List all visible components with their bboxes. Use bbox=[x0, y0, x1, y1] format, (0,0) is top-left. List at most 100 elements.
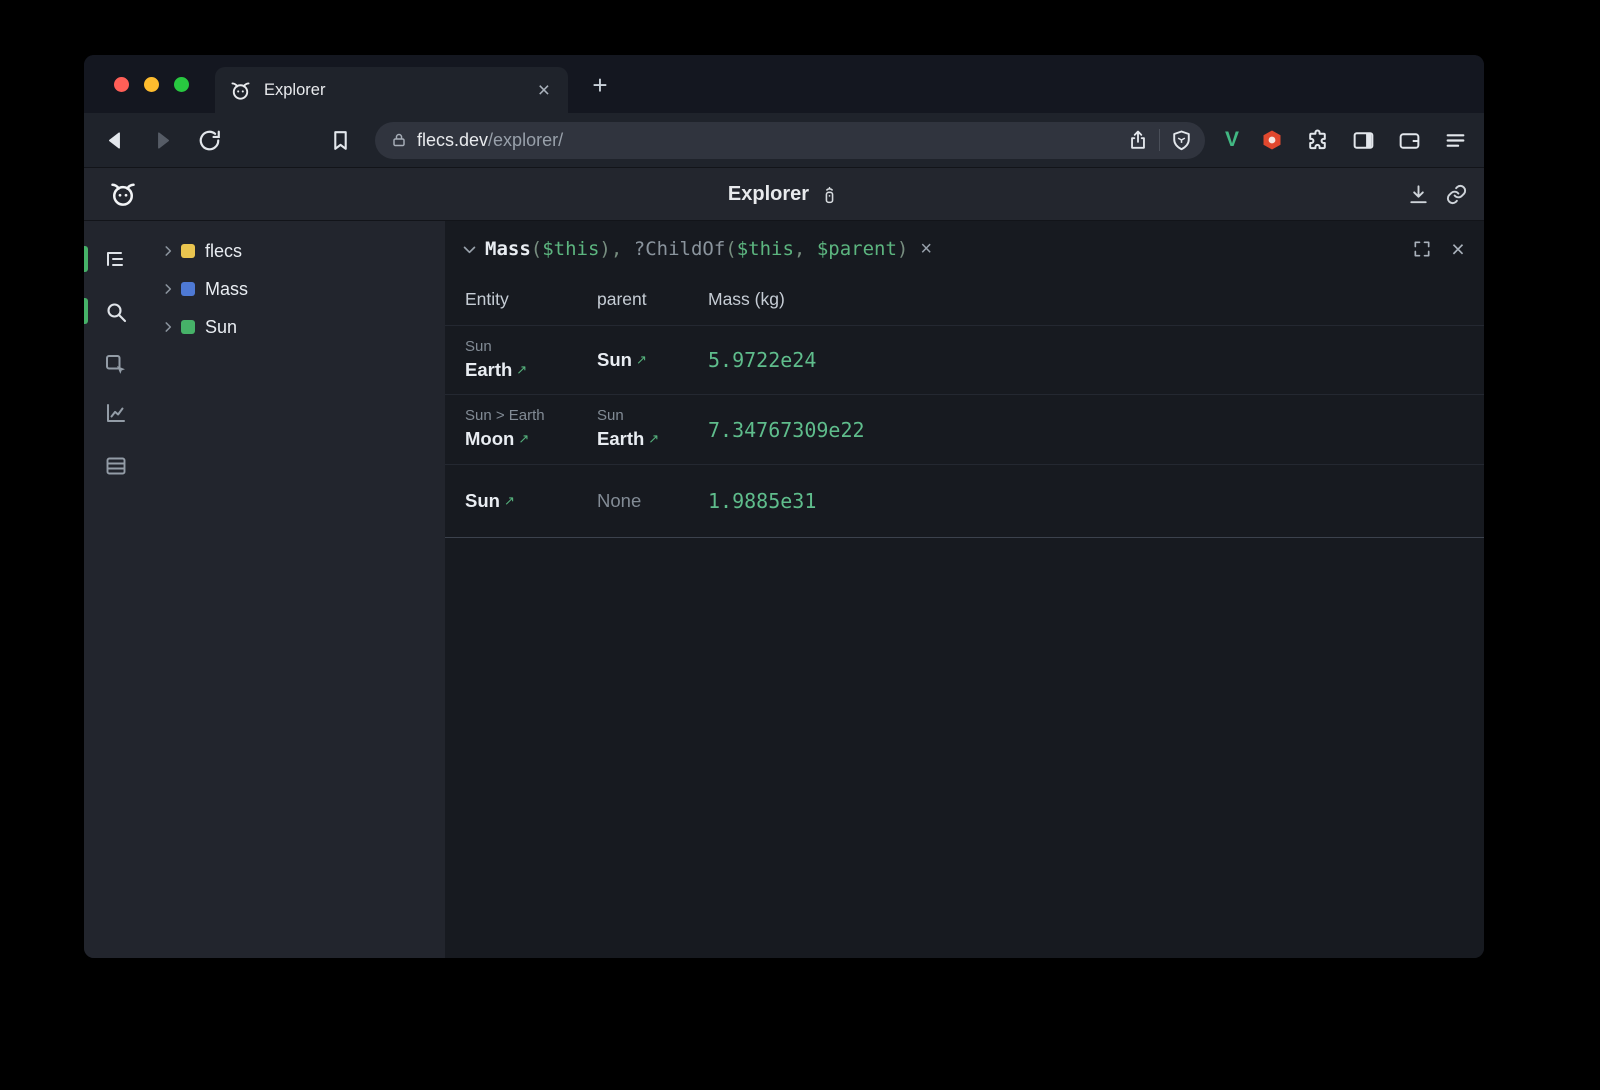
external-link-arrow-icon: ↗ bbox=[504, 493, 515, 508]
external-link-arrow-icon: ↗ bbox=[648, 431, 659, 446]
external-link-arrow-icon: ↗ bbox=[518, 431, 529, 446]
tree-item-label: flecs bbox=[205, 241, 242, 262]
chevron-right-icon[interactable] bbox=[161, 320, 175, 334]
table-row: Sun↗ None 1.9885e31 bbox=[445, 464, 1484, 537]
table-row: Sun Earth↗ Sun↗ 5.9722e24 bbox=[445, 325, 1484, 394]
parent-cell: Sun↗ bbox=[597, 326, 708, 394]
parent-link[interactable]: Sun↗ bbox=[597, 347, 708, 374]
tree-item-mass[interactable]: Mass bbox=[148, 270, 445, 308]
toolbar-divider bbox=[1159, 129, 1160, 151]
query-token-component: Mass bbox=[485, 238, 531, 260]
chevron-right-icon[interactable] bbox=[161, 282, 175, 296]
module-color-swatch bbox=[181, 244, 195, 258]
tab-title: Explorer bbox=[264, 81, 534, 100]
statistics-chart-icon[interactable] bbox=[104, 401, 128, 425]
browser-window: Explorer × + bbox=[84, 55, 1484, 958]
zoom-window-button[interactable] bbox=[174, 77, 189, 92]
tree-item-flecs[interactable]: flecs bbox=[148, 232, 445, 270]
bookmark-icon[interactable] bbox=[328, 128, 353, 153]
entity-cell: Sun Earth↗ bbox=[465, 326, 597, 394]
icon-rail bbox=[84, 221, 148, 958]
address-bar[interactable]: flecs.dev/explorer/ bbox=[375, 122, 1205, 159]
query-token-paren: ) bbox=[897, 238, 908, 260]
entity-cell: Sun > Earth Moon↗ bbox=[465, 395, 597, 464]
query-token-comma: , bbox=[794, 238, 817, 260]
tree-item-label: Sun bbox=[205, 317, 237, 338]
logs-rows-icon[interactable] bbox=[104, 454, 128, 478]
entity-link[interactable]: Moon↗ bbox=[465, 426, 597, 453]
query-token-paren: ( bbox=[725, 238, 736, 260]
inspector-icon[interactable] bbox=[104, 353, 128, 377]
query-token-variable: $this bbox=[737, 238, 794, 260]
entity-parent-path: Sun bbox=[465, 337, 597, 357]
query-token-paren: ( bbox=[531, 238, 542, 260]
url-text: flecs.dev/explorer/ bbox=[417, 130, 563, 151]
browser-tab[interactable]: Explorer × bbox=[215, 67, 568, 113]
window-controls bbox=[114, 77, 189, 92]
tab-strip: Explorer × + bbox=[84, 55, 1484, 113]
query-close-icon[interactable]: × bbox=[1448, 239, 1468, 259]
fullscreen-expand-icon[interactable] bbox=[1412, 239, 1432, 259]
tree-item-sun[interactable]: Sun bbox=[148, 308, 445, 346]
vue-devtools-icon[interactable]: V bbox=[1225, 128, 1239, 152]
hexagon-extension-icon[interactable] bbox=[1260, 128, 1284, 152]
parent-cell: Sun Earth↗ bbox=[597, 395, 708, 464]
query-header: Mass($this), ?ChildOf($this, $parent) × … bbox=[445, 229, 1484, 269]
query-token-variable: $parent bbox=[817, 238, 897, 260]
entity-tree-panel: flecs Mass Sun bbox=[148, 221, 445, 958]
forward-button[interactable] bbox=[150, 128, 175, 153]
url-path: /explorer/ bbox=[488, 130, 563, 150]
menu-hamburger-icon[interactable] bbox=[1443, 128, 1468, 153]
mass-cell: 1.9885e31 bbox=[708, 465, 1484, 537]
chevron-down-icon[interactable] bbox=[461, 241, 478, 258]
query-clear-icon[interactable]: × bbox=[920, 239, 932, 259]
remote-connection-icon[interactable] bbox=[819, 184, 840, 205]
extension-icons: V bbox=[1225, 128, 1468, 153]
extensions-puzzle-icon[interactable] bbox=[1305, 128, 1330, 153]
new-tab-button[interactable]: + bbox=[584, 69, 616, 101]
download-icon[interactable] bbox=[1407, 183, 1430, 206]
mass-value: 5.9722e24 bbox=[708, 348, 1484, 372]
entity-link[interactable]: Earth↗ bbox=[465, 357, 597, 384]
result-table-rows: Sun Earth↗ Sun↗ 5.9722e24 Sun > Earth bbox=[445, 325, 1484, 538]
parent-parent-path: Sun bbox=[597, 406, 708, 426]
mass-cell: 5.9722e24 bbox=[708, 326, 1484, 394]
entity-color-swatch bbox=[181, 320, 195, 334]
parent-link[interactable]: Earth↗ bbox=[597, 426, 708, 453]
entity-tree-icon[interactable] bbox=[104, 248, 128, 272]
tab-close-icon[interactable]: × bbox=[534, 80, 554, 101]
column-header-mass: Mass (kg) bbox=[708, 289, 1484, 310]
result-table-header: Entity parent Mass (kg) bbox=[445, 273, 1484, 325]
share-icon[interactable] bbox=[1127, 129, 1149, 151]
reload-button[interactable] bbox=[197, 128, 222, 153]
sidebar-toggle-icon[interactable] bbox=[1351, 128, 1376, 153]
entity-link[interactable]: Sun↗ bbox=[465, 488, 597, 515]
lock-icon bbox=[391, 132, 407, 148]
entity-parent-path: Sun > Earth bbox=[465, 406, 597, 426]
flecs-explorer-page: Explorer bbox=[84, 167, 1484, 958]
query-token-optional: ?ChildOf bbox=[634, 238, 726, 260]
wallet-icon[interactable] bbox=[1397, 128, 1422, 153]
mass-value: 1.9885e31 bbox=[708, 489, 1484, 513]
page-title-group: Explorer bbox=[84, 183, 1484, 206]
link-icon[interactable] bbox=[1445, 183, 1468, 206]
flecs-favicon-icon bbox=[229, 79, 252, 102]
query-token-paren: ), bbox=[599, 238, 633, 260]
explorer-header: Explorer bbox=[84, 167, 1484, 221]
query-search-icon[interactable] bbox=[104, 300, 128, 324]
mass-value: 7.34767309e22 bbox=[708, 418, 1484, 442]
back-button[interactable] bbox=[103, 128, 128, 153]
active-indicator-query bbox=[84, 298, 88, 324]
header-actions bbox=[1407, 183, 1468, 206]
url-domain: flecs.dev bbox=[417, 130, 488, 150]
brave-shield-icon[interactable] bbox=[1170, 129, 1193, 152]
browser-toolbar: flecs.dev/explorer/ V bbox=[84, 113, 1484, 167]
column-header-parent: parent bbox=[597, 289, 708, 310]
component-color-swatch bbox=[181, 282, 195, 296]
query-expression[interactable]: Mass($this), ?ChildOf($this, $parent) bbox=[485, 238, 908, 260]
minimize-window-button[interactable] bbox=[144, 77, 159, 92]
chevron-right-icon[interactable] bbox=[161, 244, 175, 258]
external-link-arrow-icon: ↗ bbox=[516, 362, 527, 377]
close-window-button[interactable] bbox=[114, 77, 129, 92]
column-header-entity: Entity bbox=[465, 289, 597, 310]
